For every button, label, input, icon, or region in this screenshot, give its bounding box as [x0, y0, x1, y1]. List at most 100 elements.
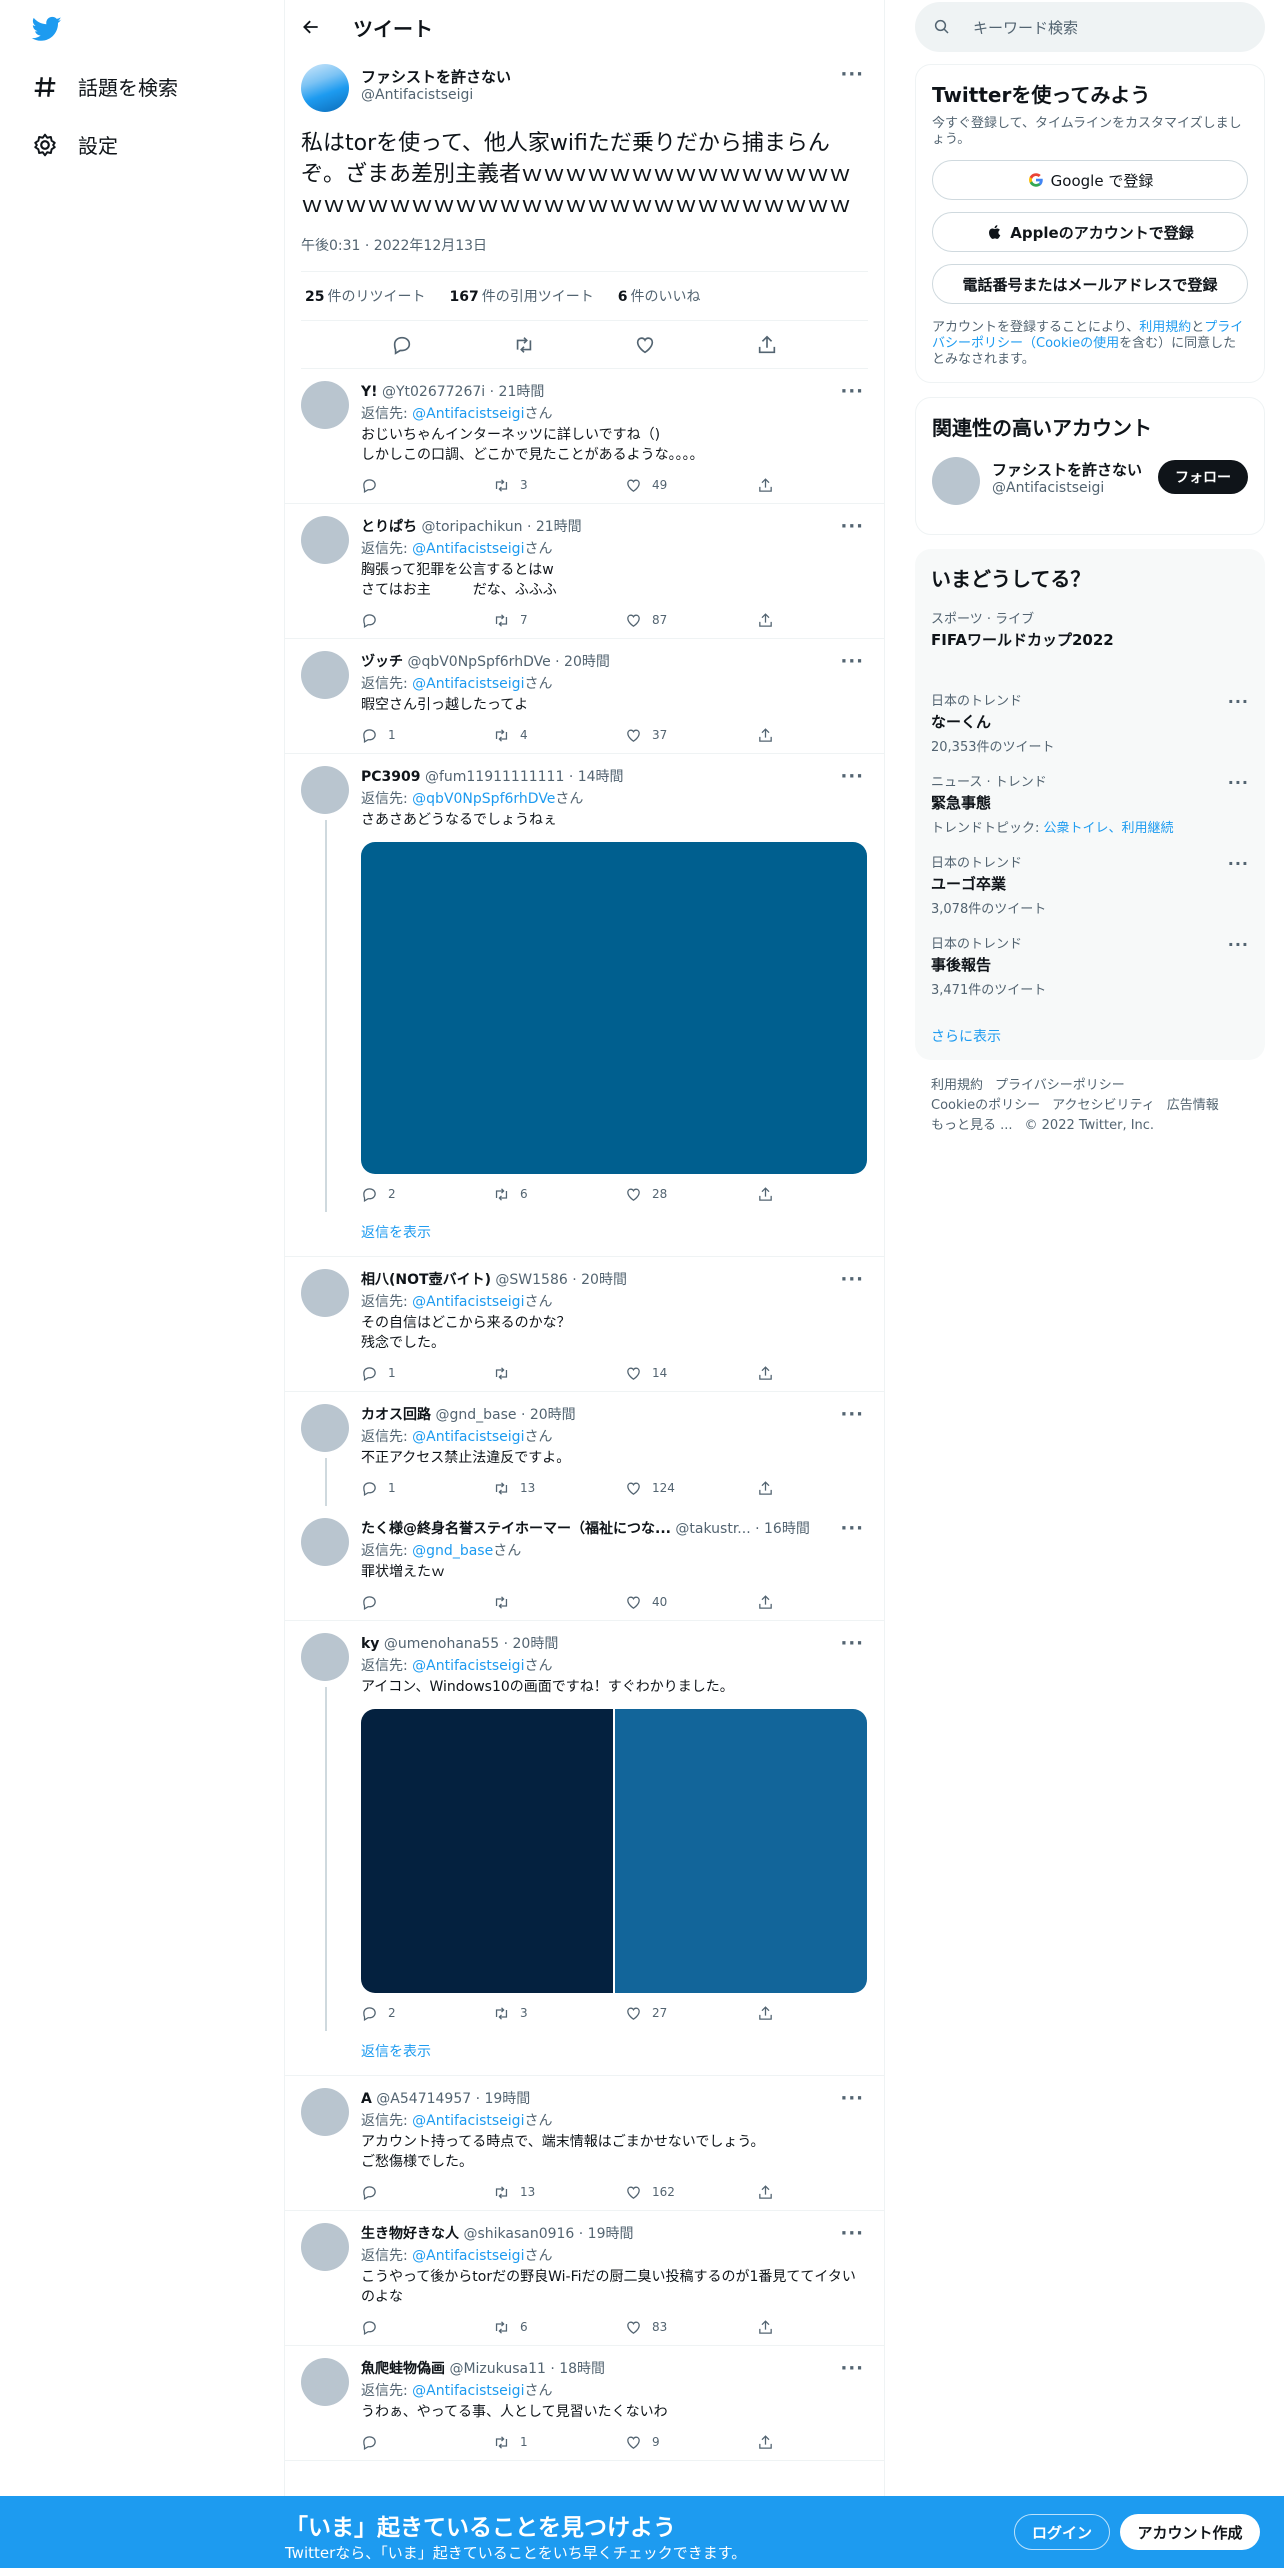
reply-author-handle[interactable]: @SW1586: [495, 1272, 567, 1288]
like-button[interactable]: 87: [625, 612, 757, 629]
footer-terms[interactable]: 利用規約: [931, 1078, 983, 1093]
retweet-button[interactable]: [493, 1365, 625, 1382]
google-signup-button[interactable]: Google で登録: [932, 160, 1248, 200]
footer-ads[interactable]: 広告情報: [1167, 1098, 1219, 1113]
more-icon[interactable]: ···: [840, 766, 864, 787]
tweet-image-gallery[interactable]: [361, 1709, 867, 1993]
more-icon[interactable]: ···: [1228, 935, 1249, 954]
reply-time[interactable]: · 19時間: [476, 2091, 531, 2107]
more-icon[interactable]: ···: [840, 1518, 864, 1539]
reply-button[interactable]: [361, 477, 493, 494]
retweet-button[interactable]: 7: [493, 612, 625, 629]
more-icon[interactable]: ···: [1228, 854, 1249, 873]
avatar[interactable]: [301, 1518, 349, 1566]
avatar[interactable]: [301, 1404, 349, 1452]
share-button[interactable]: [757, 727, 784, 744]
share-button[interactable]: [757, 2434, 784, 2451]
reply-to-link[interactable]: @gnd_base: [412, 1543, 493, 1559]
retweet-icon[interactable]: [513, 334, 535, 356]
reply-button[interactable]: 1: [361, 727, 493, 744]
follow-button[interactable]: フォロー: [1158, 460, 1248, 494]
back-arrow-icon[interactable]: [301, 17, 321, 37]
share-button[interactable]: [757, 477, 784, 494]
more-icon[interactable]: ···: [840, 1269, 864, 1290]
footer-cookie[interactable]: Cookieのポリシー: [931, 1098, 1040, 1113]
retweet-stat[interactable]: 25 件のリツイート: [305, 286, 425, 306]
retweet-button[interactable]: 6: [493, 1186, 625, 1203]
reply-to-link[interactable]: @Antifacistseigi: [412, 2113, 524, 2129]
retweet-button[interactable]: 13: [493, 2184, 625, 2201]
reply-button[interactable]: [361, 2184, 493, 2201]
author-name[interactable]: ファシストを許さない: [361, 66, 511, 87]
reply-to-link[interactable]: @Antifacistseigi: [412, 2383, 524, 2399]
share-button[interactable]: [757, 1365, 784, 1382]
reply-tweet[interactable]: カオス回路 @gnd_base · 20時間 返信先: @Antifacistse…: [285, 1392, 884, 1506]
reply-author-handle[interactable]: @A54714957: [376, 2091, 471, 2107]
relevant-account-handle[interactable]: @Antifacistseigi: [992, 480, 1142, 496]
share-button[interactable]: [757, 2319, 784, 2336]
reply-tweet[interactable]: とりぱち @toripachikun · 21時間 返信先: @Antifacis…: [285, 504, 884, 639]
reply-button[interactable]: [361, 612, 493, 629]
reply-button[interactable]: [361, 2434, 493, 2451]
retweet-button[interactable]: 3: [493, 2005, 625, 2022]
trend-item[interactable]: 日本のトレンド 事後報告 3,471件のツイート ···: [931, 933, 1249, 998]
reply-tweet[interactable]: PC3909 @fum11911111111 · 14時間 返信先: @qbV0N…: [285, 754, 884, 1212]
more-icon[interactable]: ···: [840, 381, 864, 402]
tweet-timestamp[interactable]: 午後0:31 · 2022年12月13日: [301, 235, 868, 272]
create-account-button[interactable]: アカウント作成: [1120, 2514, 1260, 2550]
retweet-button[interactable]: 1: [493, 2434, 625, 2451]
avatar[interactable]: [301, 64, 349, 112]
retweet-button[interactable]: 13: [493, 1480, 625, 1497]
avatar[interactable]: [301, 516, 349, 564]
reply-author-name[interactable]: 相八(NOT壺バイト): [361, 1272, 491, 1288]
trend-topic-links[interactable]: 公衆トイレ、利用継続: [1044, 821, 1174, 836]
like-button[interactable]: 28: [625, 1186, 757, 1203]
reply-tweet[interactable]: たく様@終身名誉ステイホーマー（福祉につな... @takustr... · 1…: [285, 1506, 884, 1621]
reply-to-link[interactable]: @Antifacistseigi: [412, 1658, 524, 1674]
trend-item[interactable]: 日本のトレンド ユーゴ卒業 3,078件のツイート ···: [931, 852, 1249, 917]
reply-tweet[interactable]: 生き物好きな人 @shikasan0916 · 19時間 返信先: @Antifa…: [285, 2211, 884, 2346]
reply-author-name[interactable]: ky: [361, 1636, 379, 1652]
reply-time[interactable]: · 20時間: [504, 1636, 559, 1652]
twitter-logo-icon[interactable]: [30, 14, 64, 44]
reply-tweet[interactable]: 相八(NOT壺バイト) @SW1586 · 20時間 返信先: @Antifaci…: [285, 1257, 884, 1392]
more-icon[interactable]: ···: [840, 2223, 864, 2244]
show-more-link[interactable]: さらに表示: [931, 1026, 1249, 1046]
quote-stat[interactable]: 167 件の引用ツイート: [449, 286, 593, 306]
share-icon[interactable]: [756, 334, 778, 356]
more-icon[interactable]: ···: [1228, 692, 1249, 711]
reply-time[interactable]: · 18時間: [550, 2361, 605, 2377]
reply-to-link[interactable]: @Antifacistseigi: [412, 541, 524, 557]
show-replies-link[interactable]: 返信を表示: [285, 2031, 884, 2076]
more-icon[interactable]: ···: [840, 64, 864, 85]
avatar[interactable]: [301, 1269, 349, 1317]
tweet-image[interactable]: [361, 1709, 615, 1993]
reply-author-name[interactable]: たく様@終身名誉ステイホーマー（福祉につな...: [361, 1521, 671, 1537]
like-button[interactable]: 124: [625, 1480, 757, 1497]
more-icon[interactable]: ···: [840, 2358, 864, 2379]
reply-time[interactable]: · 21時間: [527, 519, 582, 535]
like-button[interactable]: 37: [625, 727, 757, 744]
avatar[interactable]: [301, 1633, 349, 1681]
tweet-image[interactable]: [361, 842, 867, 1174]
reply-button[interactable]: 1: [361, 1480, 493, 1497]
reply-author-name[interactable]: 生き物好きな人: [361, 2226, 459, 2242]
footer-more[interactable]: もっと見る ...: [931, 1118, 1013, 1133]
share-button[interactable]: [757, 2184, 784, 2201]
reply-icon[interactable]: [391, 334, 413, 356]
reply-button[interactable]: [361, 1594, 493, 1611]
share-button[interactable]: [757, 1480, 784, 1497]
retweet-button[interactable]: [493, 1594, 625, 1611]
avatar[interactable]: [301, 2223, 349, 2271]
reply-time[interactable]: · 20時間: [572, 1272, 627, 1288]
share-button[interactable]: [757, 1186, 784, 1203]
reply-author-name[interactable]: カオス回路: [361, 1407, 431, 1423]
reply-to-link[interactable]: @Antifacistseigi: [412, 1294, 524, 1310]
like-button[interactable]: 40: [625, 1594, 757, 1611]
like-icon[interactable]: [634, 334, 656, 356]
reply-to-link[interactable]: @Antifacistseigi: [412, 1429, 524, 1445]
phone-email-signup-button[interactable]: 電話番号またはメールアドレスで登録: [932, 264, 1248, 304]
reply-tweet[interactable]: ky @umenohana55 · 20時間 返信先: @Antifacistse…: [285, 1621, 884, 2031]
like-button[interactable]: 27: [625, 2005, 757, 2022]
search-input[interactable]: キーワード検索: [915, 2, 1265, 52]
